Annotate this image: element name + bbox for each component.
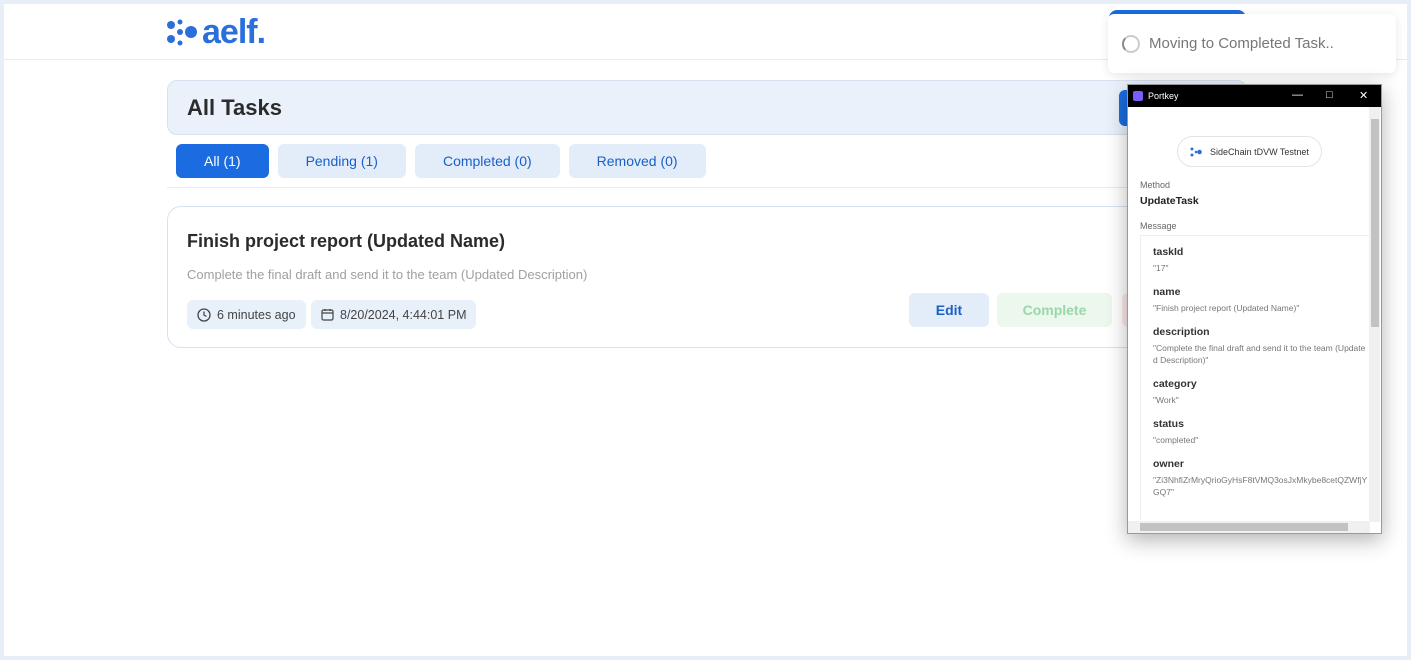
field-key: status [1153,418,1184,430]
network-badge: SideChain tDVW Testnet [1177,136,1322,167]
field-value: "Complete the final draft and send it to… [1153,343,1366,365]
logo-text: aelf. [202,13,266,51]
page-title-bar: All Tasks [167,80,1247,135]
date-chip: 8/20/2024, 4:44:01 PM [311,300,477,329]
relative-time-chip: 6 minutes ago [187,300,306,329]
task-card: Finish project report (Updated Name) Com… [167,206,1167,348]
tab-removed[interactable]: Removed (0) [568,144,706,178]
field-value: "Zi3NhfiZrMryQrioGyHsF8tVMQ3osJxMkybe8ce… [1153,475,1368,497]
portkey-window: Portkey — □ ✕ SideChain tDVW Testnet Met… [1127,84,1382,534]
scroll-thumb[interactable] [1140,523,1348,531]
aelf-logo-icon [167,19,197,45]
tab-all[interactable]: All (1) [176,144,269,178]
field-key: name [1153,286,1181,298]
task-description: Complete the final draft and send it to … [187,267,588,282]
filter-tabs: All (1) Pending (1) Completed (0) Remove… [176,144,706,178]
window-titlebar[interactable]: Portkey — □ ✕ [1128,85,1381,107]
close-icon[interactable]: ✕ [1359,89,1368,102]
clock-icon [197,307,211,322]
field-value: "completed" [1153,435,1199,445]
page-title: All Tasks [187,95,282,120]
edit-button[interactable]: Edit [909,293,989,327]
window-title: Portkey [1148,91,1179,101]
horizontal-scrollbar[interactable] [1128,521,1370,533]
field-value: "Finish project report (Updated Name)" [1153,303,1300,313]
field-value: "17" [1153,263,1169,273]
task-date: 8/20/2024, 4:44:01 PM [340,307,467,322]
minimize-icon[interactable]: — [1292,89,1303,101]
field-key: taskId [1153,246,1184,258]
network-name: SideChain tDVW Testnet [1210,146,1309,157]
tab-completed[interactable]: Completed (0) [414,144,560,178]
tab-pending[interactable]: Pending (1) [277,144,406,178]
maximize-icon[interactable]: □ [1326,89,1333,101]
vertical-scrollbar[interactable] [1369,107,1380,522]
field-value: "Work" [1153,395,1179,405]
network-icon [1190,147,1202,156]
method-label: Method [1140,180,1171,190]
divider [167,187,1147,188]
field-key: category [1153,378,1197,390]
message-label: Message [1140,221,1177,231]
relative-time: 6 minutes ago [217,307,296,322]
method-value: UpdateTask [1140,195,1199,207]
loading-spinner-icon [1122,34,1140,53]
field-key: description [1153,326,1210,338]
calendar-icon [321,309,334,321]
task-name: Finish project report (Updated Name) [187,231,506,251]
complete-button[interactable]: Complete [997,293,1112,327]
message-fields: taskId "17" name "Finish project report … [1140,235,1370,520]
field-key: owner [1153,458,1184,470]
aelf-logo[interactable]: aelf. [166,13,266,52]
portkey-icon [1133,91,1143,101]
toast-message: Moving to Completed Task.. [1149,35,1334,52]
scroll-thumb[interactable] [1371,119,1379,327]
toast-notification: Moving to Completed Task.. [1108,14,1396,73]
